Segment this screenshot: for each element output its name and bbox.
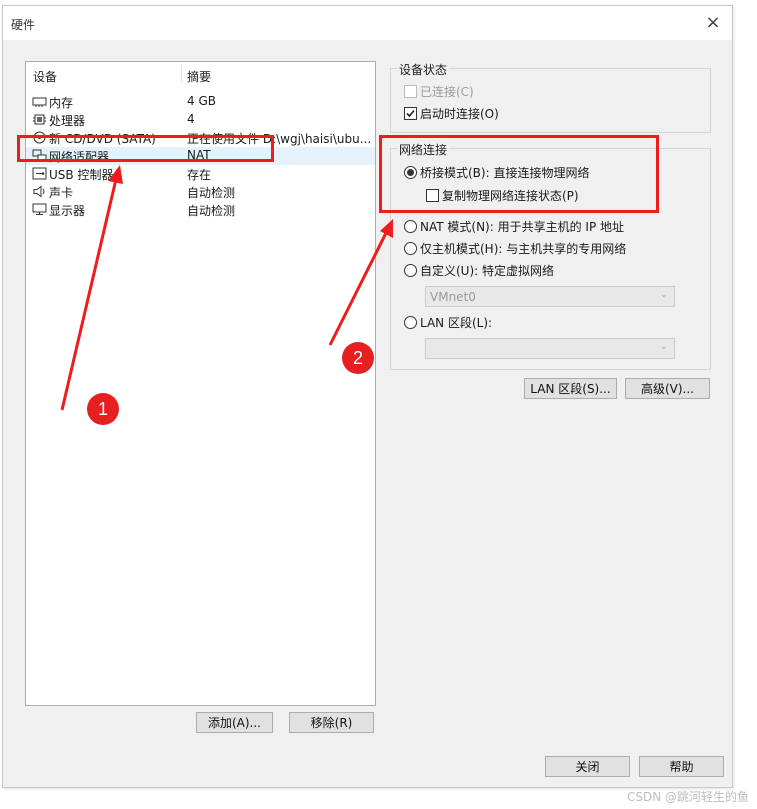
annotation-badge-2: 2 [342,342,374,374]
annotation-badge-1: 1 [87,393,119,425]
arrow-2 [328,219,393,346]
arrow-1 [60,165,123,411]
watermark: CSDN @跳河轻生的鱼 [626,790,749,804]
